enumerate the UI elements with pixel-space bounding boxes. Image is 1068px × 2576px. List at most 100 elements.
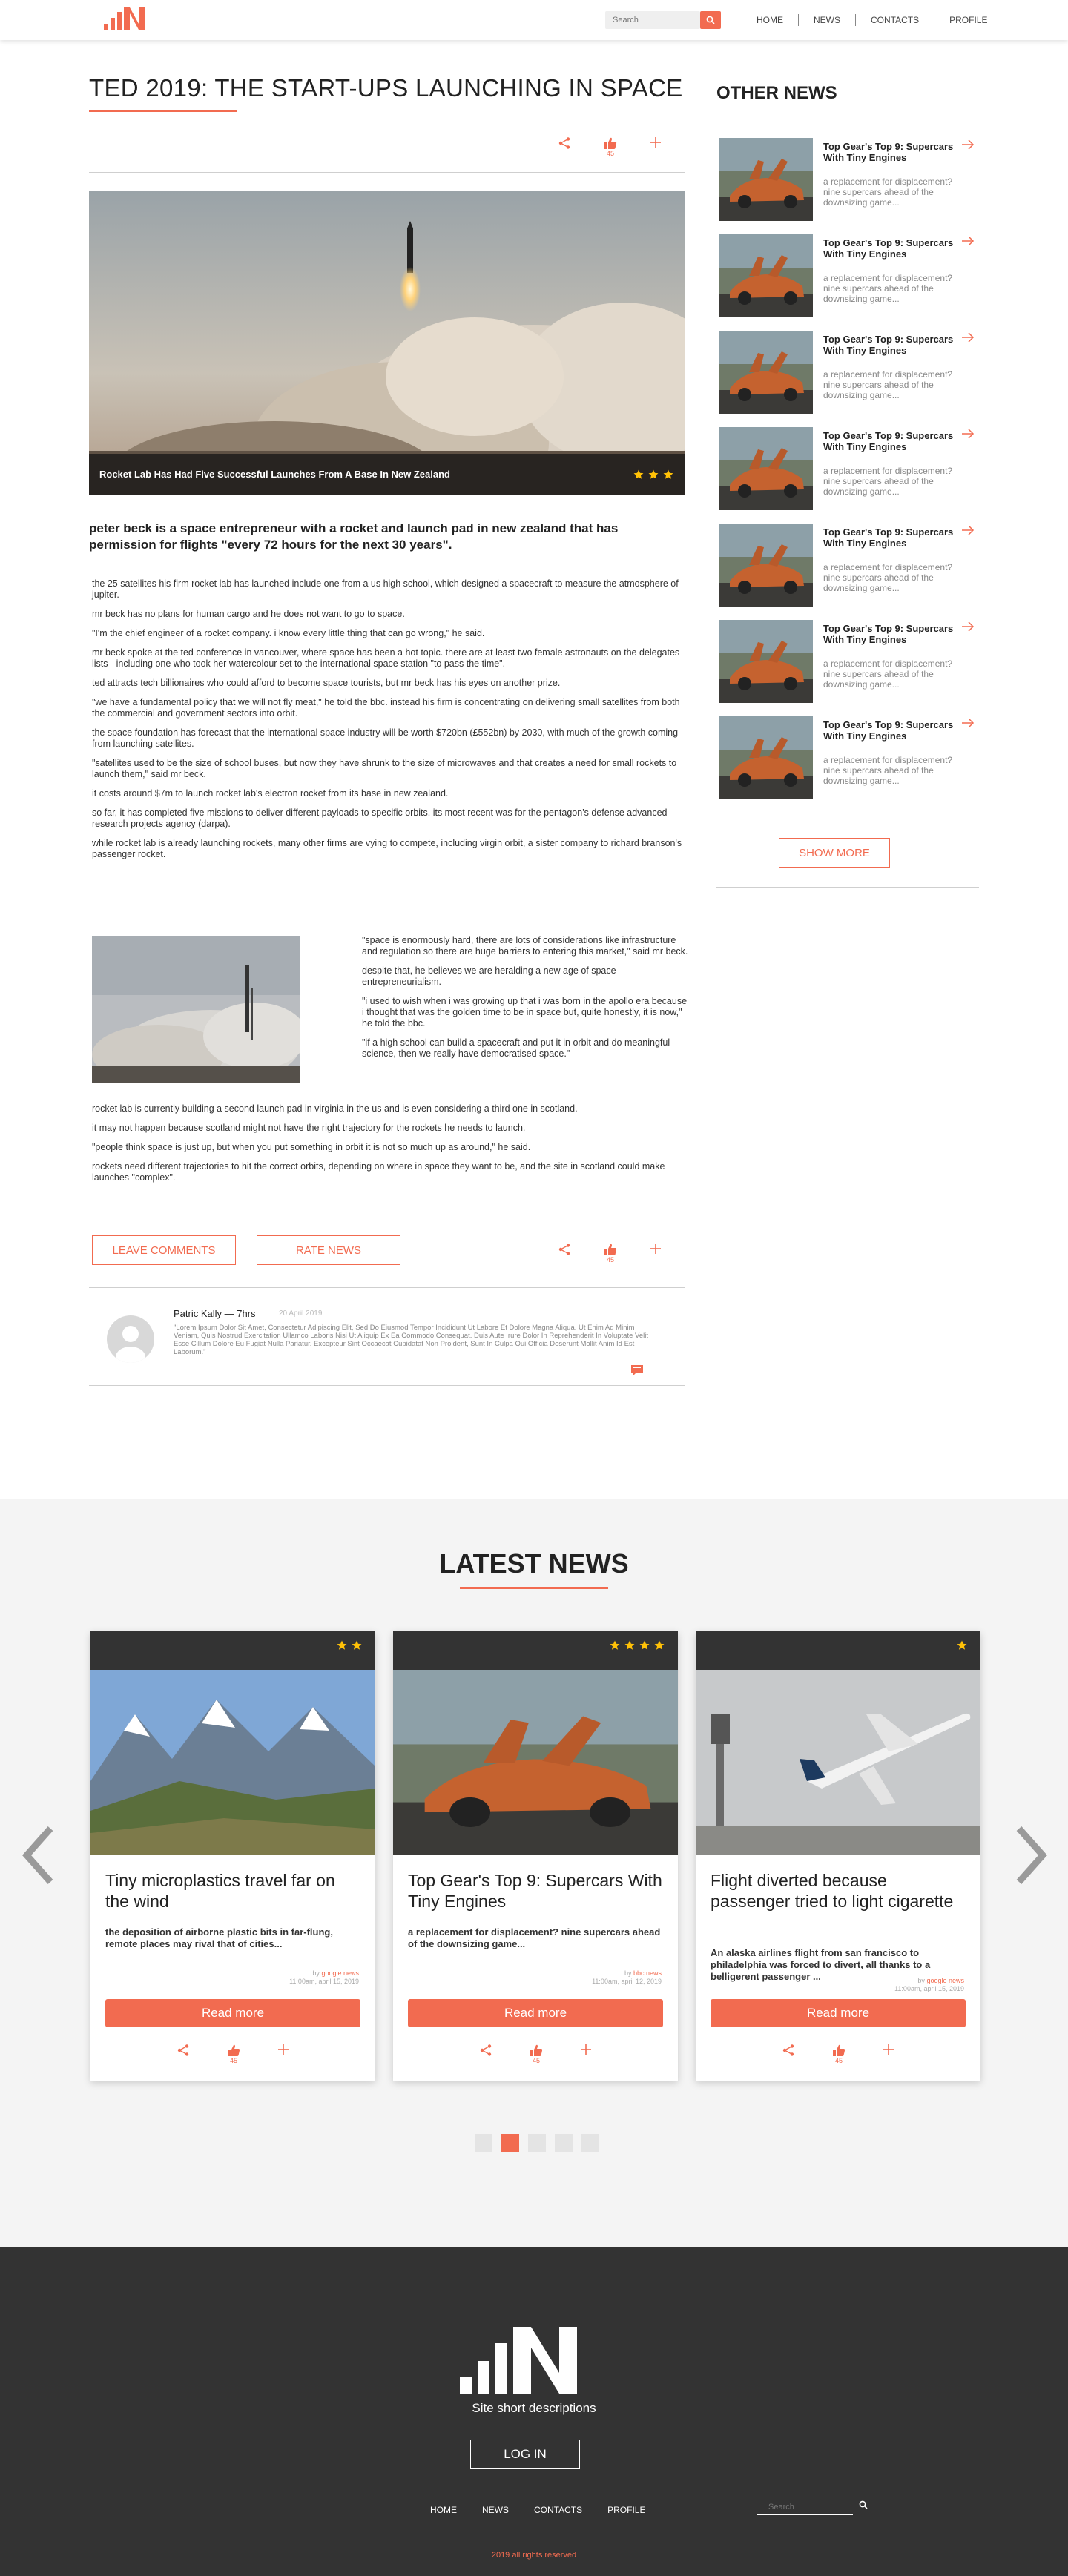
supercar-image (719, 716, 813, 799)
like-button[interactable]: 45 (227, 2044, 240, 2064)
card-source[interactable]: google news (321, 1969, 359, 1977)
news-arrow[interactable] (961, 429, 975, 443)
card-image (696, 1670, 980, 1855)
footer-logo[interactable] (460, 2327, 586, 2394)
sidebar-news-item[interactable]: Top Gear's Top 9: Supercars With Tiny En… (719, 234, 979, 317)
news-thumbnail (719, 331, 813, 414)
add-button[interactable] (883, 2044, 894, 2064)
carousel-dot[interactable] (555, 2134, 573, 2152)
share-button[interactable] (479, 2044, 492, 2064)
avatar (107, 1315, 154, 1363)
share-button[interactable] (558, 136, 571, 150)
sidebar-title: OTHER NEWS (716, 83, 837, 103)
sidebar-news-item[interactable]: Top Gear's Top 9: Supercars With Tiny En… (719, 620, 979, 703)
add-button[interactable] (580, 2044, 592, 2064)
search-input[interactable] (605, 11, 700, 29)
nav-news[interactable]: NEWS (799, 14, 856, 26)
star-icon (624, 1640, 635, 1650)
article-paragraph: "people think space is just up, but when… (92, 1142, 531, 1152)
nav-profile[interactable]: PROFILE (934, 14, 1002, 26)
mountain-image (90, 1670, 375, 1855)
card-actions: 45 (393, 2044, 678, 2064)
news-title: Top Gear's Top 9: Supercars With Tiny En… (823, 334, 954, 356)
add-button[interactable] (650, 136, 662, 148)
login-button[interactable]: LOG IN (470, 2440, 580, 2469)
like-button[interactable]: 45 (604, 136, 617, 157)
footer-description: Site short descriptions (472, 2401, 596, 2415)
share-button[interactable] (177, 2044, 190, 2064)
news-arrow[interactable] (961, 525, 975, 539)
footer-nav-home[interactable]: HOME (430, 2505, 457, 2515)
sidebar-news-item[interactable]: Top Gear's Top 9: Supercars With Tiny En… (719, 331, 979, 414)
share-icon (558, 1244, 570, 1255)
like-button[interactable]: 45 (530, 2044, 543, 2064)
news-arrow[interactable] (961, 621, 975, 635)
card-title: Flight diverted because passenger tried … (711, 1871, 954, 1911)
by-label: by (917, 1977, 925, 1984)
add-button[interactable] (650, 1243, 662, 1255)
footer-nav-news[interactable]: NEWS (482, 2505, 509, 2515)
user-icon (116, 1326, 145, 1363)
footer-nav-contacts[interactable]: CONTACTS (534, 2505, 582, 2515)
share-button[interactable] (558, 1243, 571, 1256)
article-paragraph: "we have a fundamental policy that we wi… (92, 697, 680, 719)
carousel-prev-arrow-icon[interactable] (22, 1826, 55, 1885)
card-source[interactable]: google news (926, 1977, 964, 1984)
search-button[interactable] (700, 11, 721, 29)
article-paragraph: the space foundation has forecast that t… (92, 727, 679, 749)
comment-text: "Lorem Ipsum Dolor Sit Amet, Consectetur… (174, 1324, 648, 1356)
add-button[interactable] (277, 2044, 289, 2064)
card-date: 11:00am, april 12, 2019 (592, 1978, 662, 1985)
read-more-button[interactable]: Read more (408, 1999, 663, 2027)
sidebar-news-item[interactable]: Top Gear's Top 9: Supercars With Tiny En… (719, 427, 979, 510)
plus-icon (278, 2044, 289, 2055)
news-thumbnail (719, 138, 813, 221)
like-count: 45 (229, 2057, 237, 2064)
share-button[interactable] (782, 2044, 795, 2064)
nav-home[interactable]: HOME (742, 14, 799, 26)
news-card: Top Gear's Top 9: Supercars With Tiny En… (393, 1631, 678, 2081)
card-byline: by bbc news 11:00am, april 12, 2019 (592, 1969, 662, 1986)
carousel-dot[interactable] (528, 2134, 546, 2152)
read-more-button[interactable]: Read more (711, 1999, 966, 2027)
nav-contacts[interactable]: CONTACTS (856, 14, 935, 26)
card-source[interactable]: bbc news (633, 1969, 662, 1977)
like-count: 45 (606, 1256, 614, 1264)
thumbs-up-icon (604, 1244, 617, 1255)
sidebar-news-item[interactable]: Top Gear's Top 9: Supercars With Tiny En… (719, 138, 979, 221)
like-button[interactable]: 45 (604, 1243, 617, 1264)
card-title: Top Gear's Top 9: Supercars With Tiny En… (408, 1871, 662, 1911)
news-arrow[interactable] (961, 139, 975, 153)
footer-search-input[interactable] (756, 2499, 853, 2515)
article-paragraph: mr beck spoke at the ted conference in v… (92, 647, 680, 669)
thumbs-up-icon (604, 137, 617, 149)
article-paragraph: mr beck has no plans for human cargo and… (92, 609, 405, 619)
read-more-button[interactable]: Read more (105, 1999, 360, 2027)
article-closing: rocket lab is currently building a secon… (92, 1103, 685, 1192)
site-logo[interactable] (104, 7, 148, 30)
search-icon[interactable] (859, 2500, 868, 2509)
rocket-on-pad-image (92, 936, 300, 1083)
news-arrow[interactable] (961, 236, 975, 250)
article-lead: peter beck is a space entrepreneur with … (89, 521, 619, 552)
news-arrow[interactable] (961, 718, 975, 732)
supercar-image (719, 427, 813, 510)
main-nav: HOME NEWS CONTACTS PROFILE (742, 14, 1002, 26)
article-actions-top: 45 (558, 136, 662, 157)
reply-icon[interactable] (630, 1364, 644, 1376)
card-image (393, 1670, 678, 1855)
carousel-dot[interactable] (581, 2134, 599, 2152)
carousel-dot[interactable] (475, 2134, 492, 2152)
footer-nav-profile[interactable]: PROFILE (607, 2505, 645, 2515)
article-paragraph: the 25 satellites his firm rocket lab ha… (92, 578, 679, 600)
carousel-dot[interactable] (501, 2134, 519, 2152)
supercar-image (719, 234, 813, 317)
rate-news-button[interactable]: RATE NEWS (257, 1235, 400, 1265)
sidebar-news-item[interactable]: Top Gear's Top 9: Supercars With Tiny En… (719, 716, 979, 799)
sidebar-news-item[interactable]: Top Gear's Top 9: Supercars With Tiny En… (719, 524, 979, 607)
leave-comments-button[interactable]: LEAVE COMMENTS (92, 1235, 236, 1265)
show-more-button[interactable]: SHOW MORE (779, 838, 890, 868)
news-arrow[interactable] (961, 332, 975, 346)
carousel-next-arrow-icon[interactable] (1015, 1826, 1047, 1885)
like-button[interactable]: 45 (832, 2044, 846, 2064)
